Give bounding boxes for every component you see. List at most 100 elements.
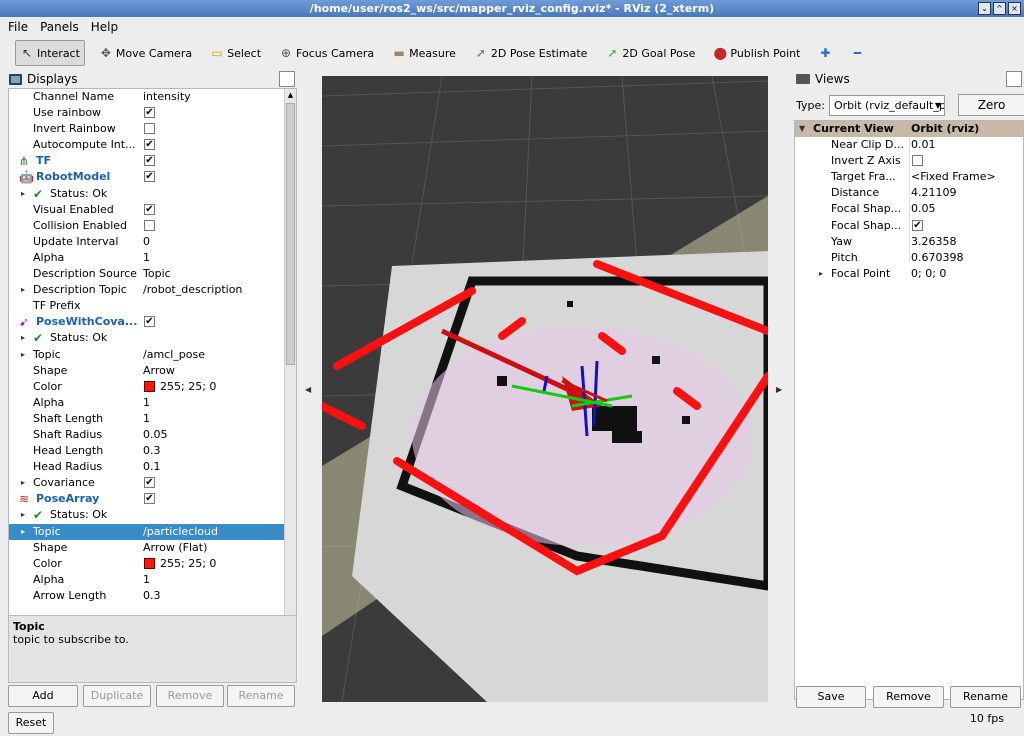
expand-icon[interactable]: ▸ bbox=[21, 350, 25, 359]
checkbox-checked[interactable]: ✔ bbox=[144, 107, 155, 119]
property-value[interactable]: 0.05 bbox=[911, 202, 936, 215]
property-value[interactable]: 0.05 bbox=[143, 428, 168, 441]
property-value[interactable]: 255; 25; 0 bbox=[160, 557, 216, 570]
rename-view-button[interactable]: Rename bbox=[950, 686, 1021, 708]
expand-icon[interactable]: ▸ bbox=[21, 478, 25, 487]
publish-point-tool-button[interactable]: ⬤ Publish Point bbox=[709, 40, 804, 66]
property-value[interactable]: 0.3 bbox=[143, 444, 161, 457]
property-value[interactable]: 0.1 bbox=[143, 460, 161, 473]
menu-help[interactable]: Help bbox=[91, 20, 118, 34]
property-value[interactable]: /robot_description bbox=[143, 283, 242, 296]
property-row[interactable]: ▸ Topic/particlecloud bbox=[9, 523, 296, 540]
plus-tool-button[interactable]: ✚ bbox=[814, 40, 836, 66]
property-value[interactable]: 0 bbox=[143, 235, 150, 248]
expand-icon[interactable]: ▸ bbox=[21, 333, 25, 342]
expand-icon[interactable]: ▸ bbox=[21, 527, 25, 536]
expand-icon[interactable]: ▸ bbox=[819, 269, 823, 278]
property-value[interactable]: Arrow (Flat) bbox=[143, 541, 207, 554]
add-button[interactable]: Add bbox=[8, 685, 78, 707]
focus-camera-tool-button[interactable]: ⊕ Focus Camera bbox=[275, 40, 378, 66]
checkbox-checked[interactable]: ✔ bbox=[144, 155, 155, 167]
checkbox-checked[interactable]: ✔ bbox=[144, 493, 155, 505]
move-camera-tool-button[interactable]: ✥ Move Camera bbox=[95, 40, 196, 66]
interact-tool-button[interactable]: ↖ Interact bbox=[15, 40, 85, 66]
property-row[interactable]: ▸ Description Topic/robot_description bbox=[9, 282, 296, 298]
property-row[interactable]: Head Radius 0.1 bbox=[9, 459, 296, 475]
close-button[interactable]: × bbox=[1008, 2, 1021, 15]
checkbox-checked[interactable]: ✔ bbox=[912, 219, 923, 231]
property-row[interactable]: Shape Arrow bbox=[9, 363, 296, 379]
property-row[interactable]: Collision Enabled bbox=[9, 218, 296, 234]
property-value[interactable]: /particlecloud bbox=[143, 525, 218, 538]
property-value[interactable]: 4.21109 bbox=[911, 186, 957, 199]
property-row[interactable]: Shaft Radius 0.05 bbox=[9, 427, 296, 443]
2d-goal-pose-tool-button[interactable]: ➚ 2D Goal Pose bbox=[601, 40, 699, 66]
property-value[interactable]: 0.01 bbox=[911, 138, 936, 151]
property-row[interactable]: Head Length 0.3 bbox=[9, 443, 296, 459]
display-item-tf[interactable]: ⋔ TF ✔ bbox=[9, 153, 296, 169]
minimize-button[interactable]: ⌄ bbox=[978, 2, 991, 15]
measure-tool-button[interactable]: ▬ Measure bbox=[388, 40, 460, 66]
property-value[interactable]: Arrow bbox=[143, 364, 175, 377]
property-row[interactable]: Autocompute Int... ✔ bbox=[9, 137, 296, 153]
property-value[interactable]: <Fixed Frame> bbox=[911, 170, 996, 183]
minus-tool-button[interactable]: ━ bbox=[846, 40, 868, 66]
display-item-robotmodel[interactable]: 🤖 RobotModel ✔ bbox=[9, 169, 296, 185]
current-view-row[interactable]: ▼ Current View Orbit (rviz) bbox=[795, 121, 1023, 138]
checkbox-checked[interactable]: ✔ bbox=[144, 477, 155, 489]
scroll-thumb[interactable] bbox=[286, 103, 295, 365]
property-value[interactable]: 0.3 bbox=[143, 589, 161, 602]
select-tool-button[interactable]: ▭ Select bbox=[206, 40, 265, 66]
expand-icon[interactable]: ▸ bbox=[21, 285, 25, 294]
property-row[interactable]: Alpha 1 bbox=[9, 250, 296, 266]
color-swatch[interactable] bbox=[144, 380, 155, 392]
expand-icon[interactable]: ▼ bbox=[799, 124, 805, 133]
property-value[interactable]: 3.26358 bbox=[911, 235, 957, 248]
displays-scrollbar[interactable]: ▲ ▼ bbox=[284, 89, 296, 679]
property-value[interactable]: Topic bbox=[143, 267, 171, 280]
property-row[interactable]: Use rainbow ✔ bbox=[9, 105, 296, 121]
render-viewport-3d[interactable] bbox=[322, 76, 768, 702]
property-row[interactable]: ▸ Topic/amcl_pose bbox=[9, 347, 296, 363]
property-value[interactable]: 0.670398 bbox=[911, 251, 964, 264]
displays-float-button[interactable] bbox=[279, 71, 295, 87]
property-row[interactable]: Update Interval 0 bbox=[9, 234, 296, 250]
display-item-posewithcova-[interactable]: ➹ PoseWithCova... ✔ bbox=[9, 314, 296, 330]
property-row[interactable]: ▸ Focal Point 0; 0; 0 bbox=[795, 266, 1023, 282]
checkbox-checked[interactable]: ✔ bbox=[144, 139, 155, 151]
property-row[interactable]: Channel Name intensity bbox=[9, 89, 296, 105]
view-type-select[interactable]: Orbit (rviz_default_plugins) ▼ bbox=[828, 94, 945, 116]
property-row[interactable]: TF Prefix bbox=[9, 298, 296, 314]
save-view-button[interactable]: Save bbox=[796, 686, 866, 708]
reset-button[interactable]: Reset bbox=[8, 712, 54, 734]
property-row[interactable]: ▸ ✔ Status: Ok bbox=[9, 186, 296, 202]
2d-pose-estimate-tool-button[interactable]: ➚ 2D Pose Estimate bbox=[470, 40, 592, 66]
property-row[interactable]: Color 255; 25; 0 bbox=[9, 556, 296, 572]
property-value[interactable]: 255; 25; 0 bbox=[160, 380, 216, 393]
property-row[interactable]: Alpha 1 bbox=[9, 572, 296, 588]
displays-tree[interactable]: Channel Name intensity Use rainbow ✔ Invert … bbox=[8, 88, 297, 680]
property-value[interactable]: intensity bbox=[143, 90, 191, 103]
display-item-posearray[interactable]: ≋ PoseArray ✔ bbox=[9, 491, 296, 507]
checkbox-checked[interactable]: ✔ bbox=[144, 316, 155, 328]
checkbox-unchecked[interactable] bbox=[144, 123, 155, 135]
property-value[interactable]: 1 bbox=[143, 573, 150, 586]
scroll-up-icon[interactable]: ▲ bbox=[285, 89, 296, 101]
zero-button[interactable]: Zero bbox=[958, 94, 1024, 116]
duplicate-button[interactable]: Duplicate bbox=[83, 685, 151, 707]
property-row[interactable]: Arrow Length 0.3 bbox=[9, 588, 296, 604]
property-row[interactable]: ▸ ✔ Status: Ok bbox=[9, 507, 296, 523]
property-value[interactable]: 0; 0; 0 bbox=[911, 267, 946, 280]
checkbox-checked[interactable]: ✔ bbox=[144, 171, 155, 183]
checkbox-unchecked[interactable] bbox=[912, 155, 923, 167]
views-tree[interactable]: ▼ Current View Orbit (rviz) Near Clip D.… bbox=[794, 120, 1024, 700]
property-value[interactable]: /amcl_pose bbox=[143, 348, 205, 361]
property-value[interactable]: 1 bbox=[143, 251, 150, 264]
collapse-left-icon[interactable]: ◀ bbox=[305, 385, 311, 394]
property-value[interactable]: 1 bbox=[143, 396, 150, 409]
property-row[interactable]: Color 255; 25; 0 bbox=[9, 379, 296, 395]
collapse-right-icon[interactable]: ▶ bbox=[776, 385, 782, 394]
property-row[interactable]: Shaft Length 1 bbox=[9, 411, 296, 427]
rename-display-button[interactable]: Rename bbox=[227, 685, 295, 707]
property-row[interactable]: Description Source Topic bbox=[9, 266, 296, 282]
